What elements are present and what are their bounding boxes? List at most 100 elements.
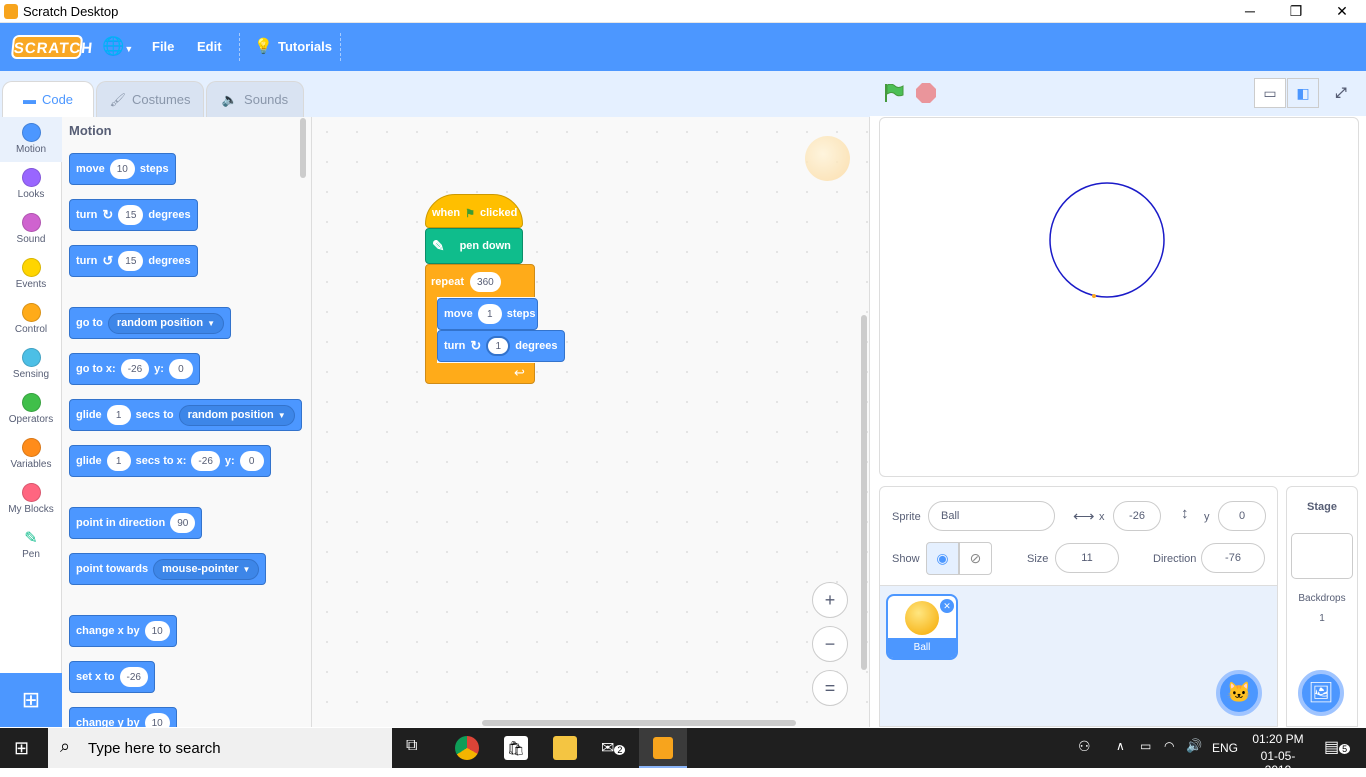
stage-canvas[interactable] — [879, 117, 1359, 477]
block-move-steps[interactable]: move 10 steps — [69, 153, 176, 185]
small-stage-button[interactable]: ▭ — [1254, 78, 1286, 108]
language-globe-icon[interactable]: 🌐▼ — [102, 36, 133, 57]
file-menu[interactable]: File — [152, 39, 174, 54]
tab-sounds[interactable]: 🔈 Sounds — [206, 81, 304, 117]
x-input[interactable]: -26 — [1113, 501, 1161, 531]
script-turn-block[interactable]: turn ↻ 1 degrees — [437, 330, 565, 362]
volume-icon[interactable]: 🔊 — [1186, 738, 1202, 754]
clock-time[interactable]: 01:20 PM — [1250, 732, 1306, 746]
minimize-button[interactable]: ─ — [1227, 0, 1273, 23]
language-indicator[interactable]: ENG — [1212, 741, 1238, 755]
tab-code[interactable]: ▬ Code — [2, 81, 94, 117]
block-input[interactable]: 1 — [106, 451, 131, 471]
zoom-out-button[interactable]: − — [812, 626, 848, 662]
show-hidden-icons[interactable]: ∧ — [1116, 739, 1125, 753]
block-change-x[interactable]: change x by 10 — [69, 615, 177, 647]
show-visible-button[interactable]: ◉ — [926, 542, 959, 575]
block-input[interactable]: 1 — [106, 405, 131, 425]
block-input[interactable]: 15 — [118, 205, 144, 225]
store-icon[interactable]: 🛍 — [504, 736, 528, 760]
block-go-to-xy[interactable]: go to x: -26 y: 0 — [69, 353, 200, 385]
block-input[interactable]: 15 — [118, 251, 144, 271]
block-dropdown[interactable]: random position ▼ — [178, 404, 295, 426]
block-dropdown[interactable]: random position ▼ — [107, 312, 224, 334]
zoom-in-button[interactable]: + — [812, 582, 848, 618]
pen-down-block[interactable]: ✎ pen down — [425, 228, 523, 264]
large-stage-button[interactable]: ◧ — [1287, 78, 1319, 108]
task-view-icon[interactable]: ⧉ — [406, 737, 417, 755]
block-glide-to[interactable]: glide 1 secs to random position ▼ — [69, 399, 302, 431]
block-input[interactable]: 10 — [144, 621, 170, 641]
block-input[interactable]: 10 — [109, 159, 135, 179]
edit-menu[interactable]: Edit — [197, 39, 222, 54]
clock-date[interactable]: 01-05-2019 — [1248, 749, 1308, 777]
people-icon[interactable]: ⚇ — [1078, 738, 1091, 755]
workspace-horizontal-scrollbar[interactable] — [482, 720, 796, 726]
code-workspace[interactable] — [312, 117, 870, 727]
block-set-x[interactable]: set x to -26 — [69, 661, 155, 693]
notifications-icon[interactable]: ▤ 5 — [1324, 737, 1351, 757]
category-my-blocks[interactable]: My Blocks — [0, 477, 62, 522]
direction-input[interactable]: -76 — [1201, 543, 1265, 573]
stop-icon[interactable] — [916, 83, 936, 103]
category-variables[interactable]: Variables — [0, 432, 62, 477]
zoom-reset-button[interactable]: = — [812, 670, 848, 706]
windows-start-icon[interactable]: ⊞ — [14, 738, 29, 759]
block-input[interactable]: -26 — [119, 667, 148, 687]
close-button[interactable]: ✕ — [1319, 0, 1365, 23]
zoom-reset-icon: = — [824, 678, 836, 698]
block-input[interactable]: 10 — [144, 713, 170, 727]
choose-sprite-button[interactable]: 🐱 — [1216, 670, 1262, 716]
show-hidden-button[interactable]: ⊘ — [959, 542, 992, 575]
category-motion[interactable]: Motion — [0, 117, 62, 162]
block-input[interactable]: 0 — [168, 359, 193, 379]
palette-scrollbar[interactable] — [300, 118, 306, 178]
size-input[interactable]: 11 — [1055, 543, 1119, 573]
category-events[interactable]: Events — [0, 252, 62, 297]
category-operators[interactable]: Operators — [0, 387, 62, 432]
block-input[interactable]: 1 — [486, 336, 511, 356]
choose-backdrop-button[interactable]: 🖼 — [1298, 670, 1344, 716]
category-control[interactable]: Control — [0, 297, 62, 342]
chrome-icon[interactable] — [455, 736, 479, 760]
sprite-name-input[interactable]: Ball — [928, 501, 1055, 531]
tutorials-menu[interactable]: Tutorials — [278, 39, 332, 54]
scratch-logo[interactable]: SCRATCH — [10, 35, 94, 59]
block-glide-to-xy[interactable]: glide 1 secs to x: -26 y: 0 — [69, 445, 271, 477]
when-flag-clicked-block[interactable]: when ⚑ clicked — [425, 194, 523, 228]
y-input[interactable]: 0 — [1218, 501, 1266, 531]
block-input[interactable]: -26 — [120, 359, 150, 379]
sprite-thumbnail-ball[interactable]: ✕ Ball — [886, 594, 958, 660]
category-sound[interactable]: Sound — [0, 207, 62, 252]
battery-icon[interactable]: ▭ — [1140, 739, 1151, 753]
taskbar-search-box[interactable]: ⌕ Type here to search — [48, 728, 392, 768]
green-flag-icon[interactable] — [884, 84, 904, 102]
wifi-icon[interactable]: ◠ — [1164, 739, 1174, 753]
mail-icon[interactable]: ✉ 2 — [601, 738, 626, 758]
block-change-y[interactable]: change y by 10 — [69, 707, 177, 727]
stage-backdrop-thumbnail[interactable] — [1291, 533, 1353, 579]
block-turn-left[interactable]: turn ↺ 15 degrees — [69, 245, 198, 277]
file-explorer-icon[interactable] — [553, 736, 577, 760]
block-go-to[interactable]: go to random position ▼ — [69, 307, 231, 339]
script-move-block[interactable]: move 1 steps — [437, 298, 538, 330]
category-pen[interactable]: ✎ Pen — [0, 522, 62, 567]
block-input[interactable]: 90 — [170, 513, 196, 533]
fullscreen-button[interactable]: ⤢ — [1325, 78, 1357, 108]
delete-sprite-icon[interactable]: ✕ — [940, 599, 954, 613]
scratch-taskbar-item[interactable] — [639, 728, 687, 768]
tab-costumes[interactable]: 🖌 Costumes — [96, 81, 204, 117]
block-point-towards[interactable]: point towards mouse-pointer ▼ — [69, 553, 267, 585]
category-sensing[interactable]: Sensing — [0, 342, 62, 387]
block-dropdown[interactable]: mouse-pointer ▼ — [153, 558, 260, 580]
workspace-vertical-scrollbar[interactable] — [861, 315, 867, 670]
block-turn-right[interactable]: turn ↻ 15 degrees — [69, 199, 198, 231]
category-looks[interactable]: Looks — [0, 162, 62, 207]
block-input[interactable]: -26 — [191, 451, 220, 471]
block-point-in-direction[interactable]: point in direction 90 — [69, 507, 203, 539]
repeat-count-input[interactable]: 360 — [470, 272, 501, 292]
block-input[interactable]: 1 — [477, 304, 502, 324]
block-input[interactable]: 0 — [239, 451, 264, 471]
restore-button[interactable]: ❐ — [1273, 0, 1319, 23]
add-extension-button[interactable]: ⊞ — [0, 673, 62, 727]
